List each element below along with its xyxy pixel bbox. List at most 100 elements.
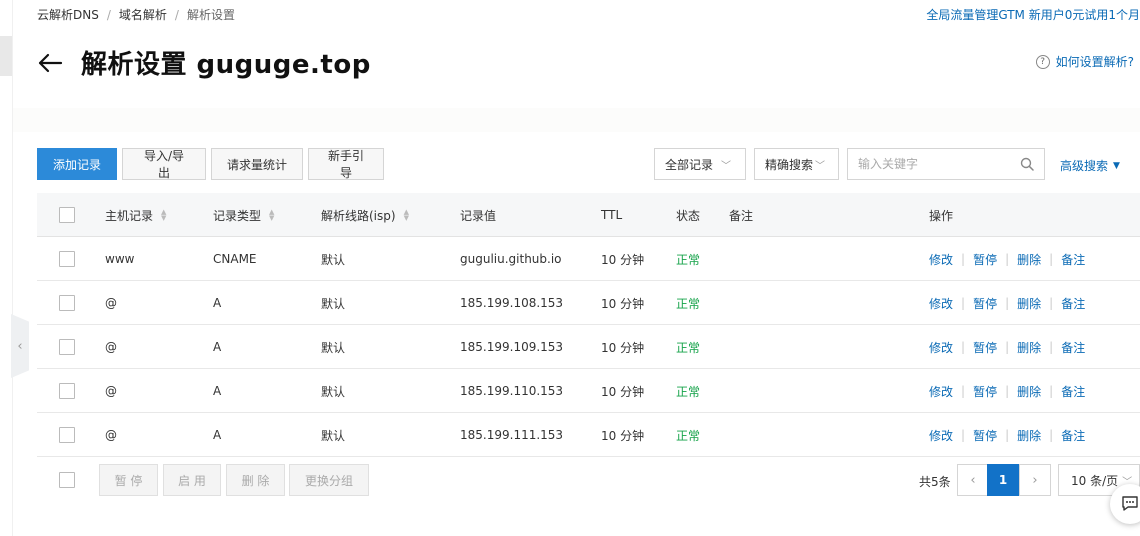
gtm-promo-link[interactable]: 全局流量管理GTM 新用户0元试用1个月 xyxy=(926,6,1140,23)
column-header-ttl: TTL xyxy=(601,208,623,222)
note-link[interactable]: 备注 xyxy=(1061,383,1085,400)
sidebar-collapse-toggle[interactable]: ‹ xyxy=(11,314,29,378)
total-count: 共5条 xyxy=(919,475,951,489)
search-mode-select[interactable]: 精确搜索 ﹀ xyxy=(754,148,839,180)
pause-link[interactable]: 暂停 xyxy=(973,295,997,312)
record-filter-select[interactable]: 全部记录 ﹀ xyxy=(654,148,746,180)
row-checkbox[interactable] xyxy=(59,251,75,267)
edit-link[interactable]: 修改 xyxy=(929,427,953,444)
value-cell: guguliu.github.io xyxy=(460,252,562,266)
header-divider-band xyxy=(13,108,1140,132)
action-divider: | xyxy=(961,340,966,354)
ttl-cell: 10 分钟 xyxy=(601,384,645,399)
chat-button[interactable] xyxy=(1110,484,1140,524)
row-checkbox[interactable] xyxy=(59,295,75,311)
row-checkbox[interactable] xyxy=(59,339,75,355)
beginner-guide-button[interactable]: 新手引导 xyxy=(308,148,384,180)
search-input[interactable] xyxy=(858,157,1020,171)
row-checkbox[interactable] xyxy=(59,427,75,443)
pause-link[interactable]: 暂停 xyxy=(973,251,997,268)
help-link[interactable]: ? 如何设置解析? xyxy=(1035,53,1134,70)
help-link-label: 如何设置解析? xyxy=(1055,55,1134,69)
import-export-button[interactable]: 导入/导出 xyxy=(122,148,206,180)
column-header-type[interactable]: 记录类型 ▲ ▼ xyxy=(213,193,274,237)
chevron-down-icon: ﹀ xyxy=(815,160,826,172)
table-row: www CNAME 默认 guguliu.github.io 10 分钟 正常 修改 | 暂停 |… xyxy=(37,237,1140,281)
delete-link[interactable]: 删除 xyxy=(1017,339,1041,356)
row-actions: 修改 | 暂停 | 删除 | 备注 xyxy=(929,413,1085,457)
pause-link[interactable]: 暂停 xyxy=(973,339,997,356)
back-button[interactable] xyxy=(37,49,65,77)
note-link[interactable]: 备注 xyxy=(1061,251,1085,268)
note-link[interactable]: 备注 xyxy=(1061,295,1085,312)
keyword-search xyxy=(847,148,1045,180)
search-icon[interactable] xyxy=(1020,157,1034,171)
status-cell: 正常 xyxy=(676,428,701,443)
chevron-left-icon: ‹ xyxy=(17,338,23,354)
page-button-current[interactable]: 1 xyxy=(987,464,1019,496)
edit-link[interactable]: 修改 xyxy=(929,339,953,356)
chevron-left-icon: ‹ xyxy=(970,472,976,488)
records-table: 主机记录 ▲ ▼ 记录类型 ▲ ▼ 解析线路(isp) ▲ ▼ 记录值 TTL 状态 备注 … xyxy=(37,193,1140,457)
footer-select-all-checkbox[interactable] xyxy=(59,472,75,488)
delete-link[interactable]: 删除 xyxy=(1017,251,1041,268)
breadcrumb-item-domain[interactable]: 域名解析 xyxy=(119,6,167,23)
status-cell: 正常 xyxy=(676,296,701,311)
edit-link[interactable]: 修改 xyxy=(929,383,953,400)
line-cell: 默认 xyxy=(321,384,346,399)
sort-icon[interactable]: ▲ ▼ xyxy=(404,209,409,222)
ttl-cell: 10 分钟 xyxy=(601,340,645,355)
advanced-search-link[interactable]: 高级搜索 ▼ xyxy=(1060,157,1120,174)
action-divider: | xyxy=(1005,296,1010,310)
delete-link[interactable]: 删除 xyxy=(1017,383,1041,400)
sort-icon[interactable]: ▲ ▼ xyxy=(161,209,166,222)
breadcrumb: 云解析DNS / 域名解析 / 解析设置 xyxy=(37,6,235,23)
breadcrumb-item-current: 解析设置 xyxy=(186,8,235,22)
pause-link[interactable]: 暂停 xyxy=(973,383,997,400)
bulk-pause-button[interactable]: 暂 停 xyxy=(99,464,158,496)
title-row: 解析设置 guguge.top xyxy=(37,44,371,81)
request-stats-button[interactable]: 请求量统计 xyxy=(211,148,303,180)
left-rail xyxy=(0,0,13,536)
status-cell: 正常 xyxy=(676,384,701,399)
toolbar: 添加记录 导入/导出 请求量统计 新手引导 xyxy=(37,148,389,180)
row-checkbox[interactable] xyxy=(59,383,75,399)
action-divider: | xyxy=(961,428,966,442)
bulk-enable-button[interactable]: 启 用 xyxy=(163,464,221,496)
add-record-button[interactable]: 添加记录 xyxy=(37,148,117,180)
chevron-right-icon: › xyxy=(1032,472,1038,488)
action-divider: | xyxy=(961,384,966,398)
note-link[interactable]: 备注 xyxy=(1061,427,1085,444)
breadcrumb-item-dns[interactable]: 云解析DNS xyxy=(37,6,99,23)
delete-link[interactable]: 删除 xyxy=(1017,295,1041,312)
row-select-cell xyxy=(59,237,75,281)
page-size-value: 10 条/页 xyxy=(1071,473,1119,488)
edit-link[interactable]: 修改 xyxy=(929,251,953,268)
type-cell: A xyxy=(213,384,222,398)
line-cell: 默认 xyxy=(321,428,346,443)
edit-link[interactable]: 修改 xyxy=(929,295,953,312)
select-all-checkbox[interactable] xyxy=(59,207,75,223)
column-header-line[interactable]: 解析线路(isp) ▲ ▼ xyxy=(321,193,409,237)
row-actions: 修改 | 暂停 | 删除 | 备注 xyxy=(929,237,1085,281)
next-page-button[interactable]: › xyxy=(1019,464,1051,496)
action-divider: | xyxy=(1049,384,1054,398)
row-select-cell xyxy=(59,413,75,457)
column-header-ops: 操作 xyxy=(929,208,954,223)
column-header-host[interactable]: 主机记录 ▲ ▼ xyxy=(105,193,166,237)
table-body: www CNAME 默认 guguliu.github.io 10 分钟 正常 修改 | 暂停 |… xyxy=(37,237,1140,457)
host-cell: @ xyxy=(105,296,117,310)
action-divider: | xyxy=(1005,384,1010,398)
note-link[interactable]: 备注 xyxy=(1061,339,1085,356)
pause-link[interactable]: 暂停 xyxy=(973,427,997,444)
bulk-delete-button[interactable]: 删 除 xyxy=(226,464,285,496)
prev-page-button[interactable]: ‹ xyxy=(957,464,989,496)
sort-icon[interactable]: ▲ ▼ xyxy=(269,209,274,222)
type-cell: CNAME xyxy=(213,252,257,266)
value-cell: 185.199.110.153 xyxy=(460,384,564,398)
delete-link[interactable]: 删除 xyxy=(1017,427,1041,444)
bulk-change-group-button[interactable]: 更换分组 xyxy=(289,464,369,496)
action-divider: | xyxy=(1005,428,1010,442)
value-cell: 185.199.108.153 xyxy=(460,296,564,310)
action-divider: | xyxy=(1049,428,1054,442)
